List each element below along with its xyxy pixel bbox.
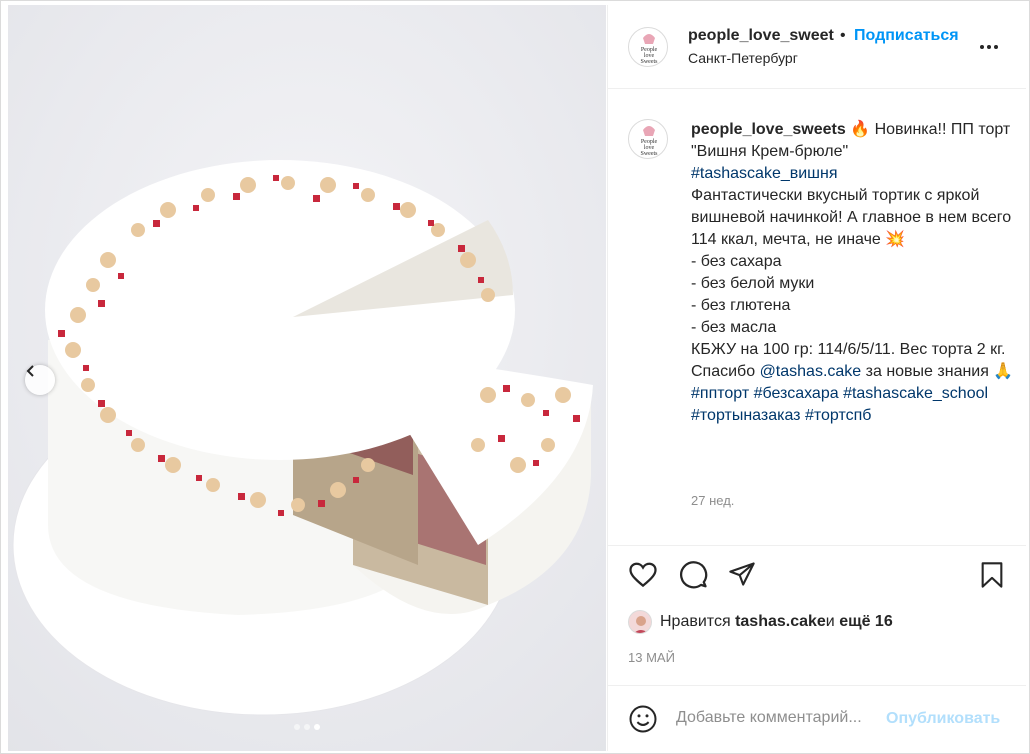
carousel-dot bbox=[304, 724, 310, 730]
avatar-logo: People love Sweets bbox=[641, 126, 659, 157]
more-icon bbox=[980, 45, 984, 49]
caption-time: 27 нед. bbox=[691, 493, 735, 508]
separator-dot: • bbox=[840, 27, 846, 44]
share-icon[interactable] bbox=[728, 560, 756, 588]
list-item: - без глютена bbox=[691, 297, 791, 314]
svg-text:Sweets: Sweets bbox=[641, 59, 659, 65]
svg-text:Sweets: Sweets bbox=[641, 151, 659, 157]
author-username[interactable]: people_love_sweet bbox=[688, 27, 834, 45]
post-dialog: People love Sweets people_love_sweet • П… bbox=[0, 0, 1030, 754]
hashtag-link[interactable]: #tashascake_вишня bbox=[691, 165, 838, 182]
caption-line: КБЖУ на 100 гр: 114/6/5/11. Вес торта 2 … bbox=[691, 341, 1006, 358]
chevron-left-icon bbox=[26, 365, 34, 377]
hashtag-link[interactable]: #тортспб bbox=[805, 407, 871, 424]
pray-emoji: 🙏 bbox=[993, 363, 1014, 380]
liker-photo bbox=[634, 616, 648, 633]
cake-photo bbox=[8, 5, 606, 751]
avatar-logo: People love Sweets bbox=[641, 34, 659, 65]
likes-summary: Нравится tashas.cake и ещё 16 bbox=[628, 610, 893, 634]
list-item: - без сахара bbox=[691, 253, 782, 270]
publish-button[interactable]: Опубликовать bbox=[886, 710, 1000, 728]
hashtag-link[interactable]: #ппторт bbox=[691, 385, 749, 402]
carousel-prev-button[interactable] bbox=[25, 365, 55, 395]
hashtag-link[interactable]: #tashascake_school bbox=[843, 385, 988, 402]
hashtag-link[interactable]: #безсахара bbox=[754, 385, 839, 402]
likes-middle: и bbox=[825, 613, 835, 630]
comment-box: Опубликовать bbox=[608, 685, 1026, 751]
carousel-dot bbox=[294, 724, 300, 730]
caption-line: Спасибо bbox=[691, 363, 760, 380]
bookmark-icon[interactable] bbox=[978, 560, 1006, 590]
caption-username[interactable]: people_love_sweets bbox=[691, 121, 846, 138]
caption-line: за новые знания bbox=[861, 363, 994, 380]
author-avatar[interactable]: People love Sweets bbox=[628, 27, 668, 67]
caption-line: Фантастически вкусный тортик с яркой виш… bbox=[691, 187, 1012, 248]
comment-icon[interactable] bbox=[678, 560, 708, 590]
post-header: People love Sweets people_love_sweet • П… bbox=[608, 5, 1026, 89]
emoji-icon[interactable] bbox=[628, 704, 658, 734]
list-item: - без белой муки bbox=[691, 275, 815, 292]
likes-others-link[interactable]: ещё 16 bbox=[839, 613, 893, 631]
mention-link[interactable]: @tashas.cake bbox=[760, 363, 862, 380]
list-item: - без масла bbox=[691, 319, 777, 336]
post-sidebar: People love Sweets people_love_sweet • П… bbox=[607, 5, 1026, 751]
likes-prefix: Нравится bbox=[660, 613, 731, 630]
more-options-button[interactable] bbox=[980, 41, 1004, 53]
fire-emoji: 🔥 bbox=[850, 121, 871, 138]
post-image[interactable] bbox=[8, 5, 606, 751]
liker-username[interactable]: tashas.cake bbox=[735, 613, 826, 631]
hashtag-link[interactable]: #тортыназаказ bbox=[691, 407, 801, 424]
post-date[interactable]: 13 МАЙ bbox=[628, 650, 675, 665]
boom-emoji: 💥 bbox=[885, 231, 906, 248]
carousel-indicator bbox=[8, 724, 606, 730]
post-location[interactable]: Санкт-Петербург bbox=[688, 50, 798, 66]
follow-button[interactable]: Подписаться bbox=[854, 27, 959, 45]
carousel-dot bbox=[314, 724, 320, 730]
caption-avatar[interactable]: People love Sweets bbox=[628, 119, 668, 159]
caption-text: people_love_sweets 🔥 Новинка!! ПП торт "… bbox=[691, 119, 1021, 427]
comment-input[interactable] bbox=[676, 700, 886, 736]
heart-icon[interactable] bbox=[628, 560, 658, 590]
liker-avatar[interactable] bbox=[628, 610, 652, 634]
caption-section: People love Sweets people_love_sweets 🔥 … bbox=[608, 89, 1026, 545]
